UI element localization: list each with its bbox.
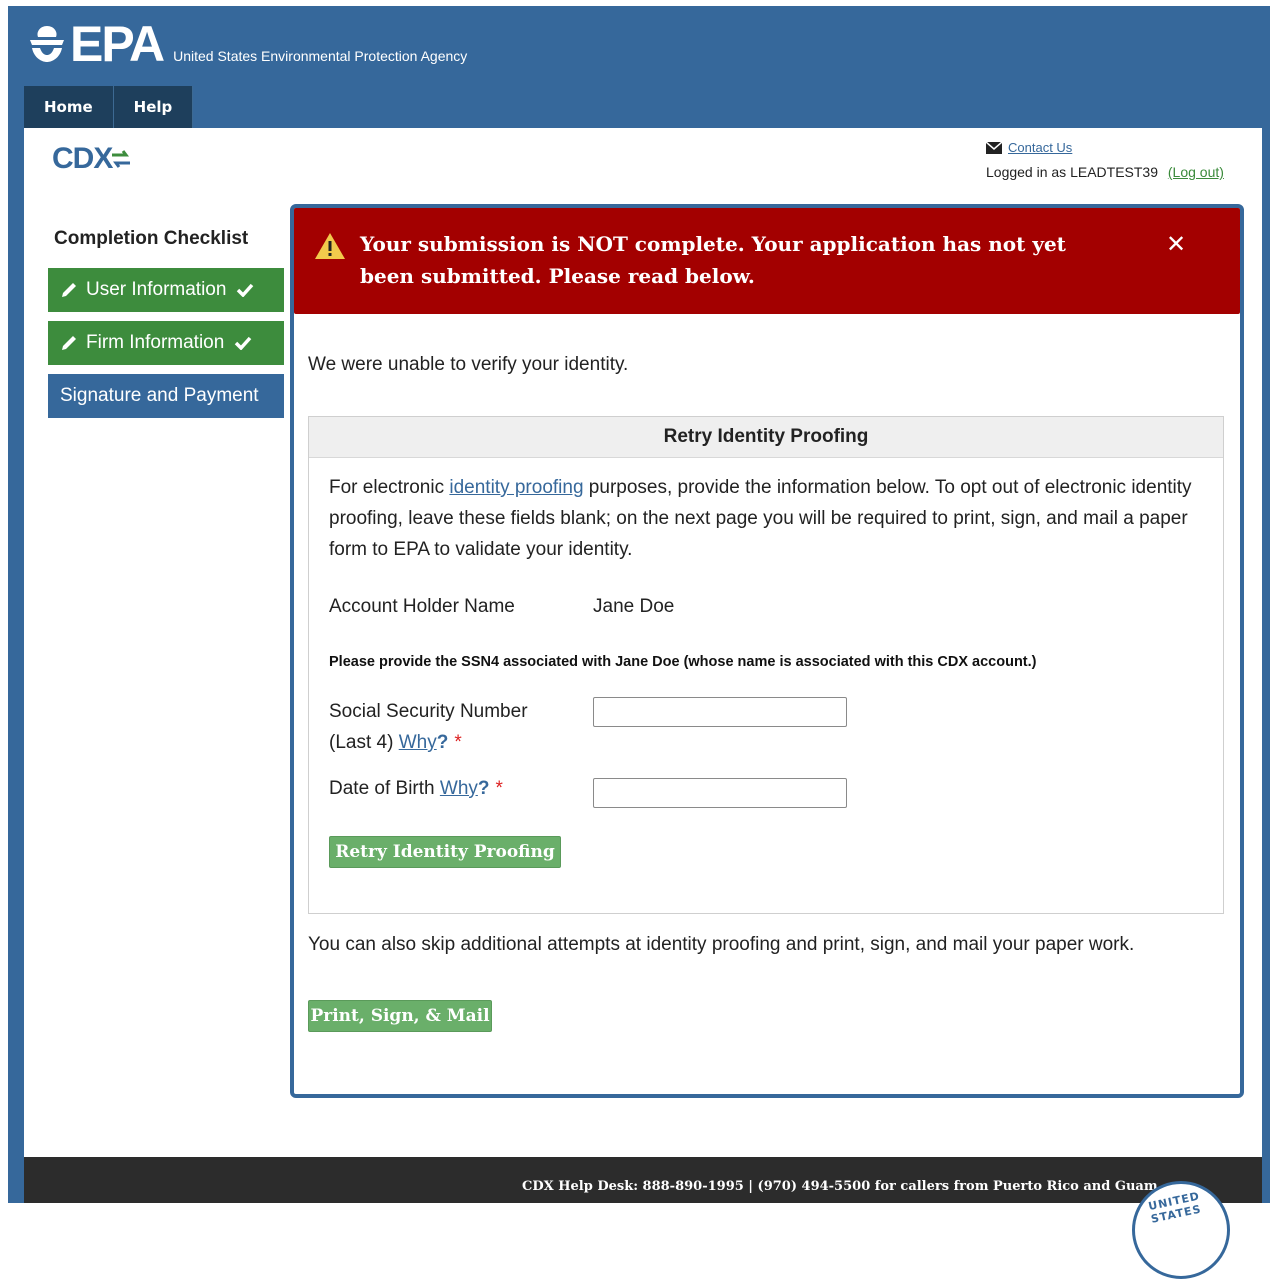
account-holder-value: Jane Doe	[593, 596, 675, 617]
ssn-label-line1: Social Security Number	[329, 701, 528, 722]
submission-panel: Your submission is NOT complete. Your ap…	[290, 204, 1244, 1098]
identity-proofing-link[interactable]: identity proofing	[449, 477, 583, 498]
epa-logo[interactable]: EPA United States Environmental Protecti…	[26, 16, 468, 72]
footer: CDX Help Desk: 888-890-1995 | (970) 494-…	[24, 1157, 1262, 1279]
contact-us-link[interactable]: Contact Us	[1008, 140, 1072, 155]
epa-seal-icon: UNITED STATES	[1132, 1181, 1230, 1279]
required-asterisk: *	[454, 732, 462, 753]
checkmark-icon	[234, 336, 252, 350]
dob-label-text: Date of Birth	[329, 778, 435, 799]
error-alert: Your submission is NOT complete. Your ap…	[294, 208, 1240, 314]
login-status: Logged in as LEADTEST39 (Log out)	[986, 164, 1224, 180]
warning-icon	[314, 232, 346, 264]
help-desk-info: CDX Help Desk: 888-890-1995 | (970) 494-…	[522, 1179, 1158, 1194]
pencil-icon	[60, 281, 78, 299]
ssn4-instruction: Please provide the SSN4 associated with …	[329, 654, 1037, 670]
envelope-icon	[986, 141, 1002, 154]
identity-unverified-text: We were unable to verify your identity.	[308, 354, 629, 375]
cdx-logo-text: CDX	[52, 142, 113, 175]
agency-name: United States Environmental Protection A…	[173, 48, 468, 64]
epa-mark: EPA	[26, 16, 165, 72]
seal-text: UNITED STATES	[1147, 1189, 1203, 1226]
checklist-item-firm-information[interactable]: Firm Information	[48, 321, 284, 365]
skip-text: You can also skip additional attempts at…	[308, 934, 1135, 955]
close-icon[interactable]: ✕	[1166, 230, 1186, 258]
question-mark: ?	[477, 778, 490, 799]
required-asterisk: *	[495, 778, 503, 799]
alert-message: Your submission is NOT complete. Your ap…	[360, 232, 1066, 288]
checklist-item-label: Firm Information	[86, 332, 225, 353]
contact-us: Contact Us	[986, 140, 1072, 155]
nav-home[interactable]: Home	[24, 86, 114, 128]
checklist-item-label: Signature and Payment	[60, 385, 259, 406]
desc-prefix: For electronic	[329, 477, 450, 498]
epa-flower-icon	[30, 26, 64, 62]
top-nav: Home Help	[24, 86, 194, 128]
checklist-item-user-information[interactable]: User Information	[48, 268, 284, 312]
retry-identity-section: Retry Identity Proofing For electronic i…	[308, 416, 1224, 914]
pencil-icon	[60, 334, 78, 352]
epa-logo-text: EPA	[70, 16, 165, 72]
account-holder-label: Account Holder Name	[329, 596, 515, 617]
dob-label: Date of Birth Why? *	[329, 778, 503, 800]
cdx-arrows-icon	[112, 150, 131, 168]
question-mark: ?	[436, 732, 449, 753]
retry-description: For electronic identity proofing purpose…	[329, 472, 1199, 565]
checklist-item-label: User Information	[86, 279, 227, 300]
date-of-birth-input[interactable]	[593, 778, 847, 808]
logged-in-text: Logged in as LEADTEST39	[986, 164, 1158, 180]
ssn-label-line2: (Last 4)	[329, 732, 394, 753]
retry-identity-proofing-button[interactable]: Retry Identity Proofing	[329, 836, 561, 868]
checklist-title: Completion Checklist	[54, 228, 249, 249]
nav-help[interactable]: Help	[113, 86, 194, 128]
ssn-last4-input[interactable]	[593, 697, 847, 727]
retry-section-heading: Retry Identity Proofing	[309, 417, 1223, 458]
logout-link[interactable]: (Log out)	[1168, 164, 1224, 180]
main-content: CDX Contact Us Logged in as LEADTEST39 (…	[24, 128, 1262, 1157]
print-sign-mail-button[interactable]: Print, Sign, & Mail	[308, 1000, 492, 1032]
checkmark-icon	[236, 283, 254, 297]
ssn-why-link[interactable]: Why	[399, 732, 437, 753]
dob-why-link[interactable]: Why	[440, 778, 478, 799]
ssn-label: Social Security Number (Last 4) Why? *	[329, 696, 528, 758]
cdx-logo[interactable]: CDX	[52, 142, 132, 176]
checklist-item-signature-and-payment[interactable]: Signature and Payment	[48, 374, 284, 418]
